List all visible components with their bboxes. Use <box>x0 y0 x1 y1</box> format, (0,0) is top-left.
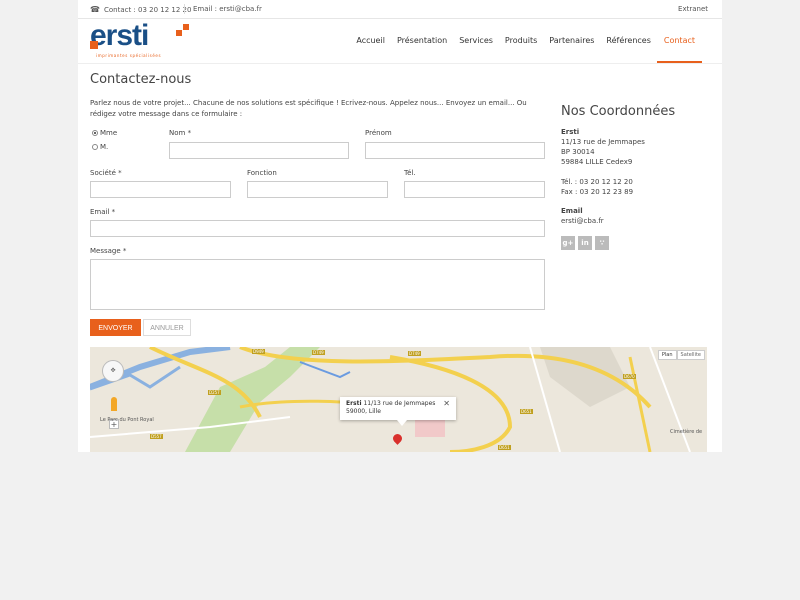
phone-icon: ☎ <box>90 5 100 14</box>
send-button[interactable]: ENVOYER <box>90 319 141 336</box>
civility-m[interactable]: M. <box>92 143 108 151</box>
nav-item-references[interactable]: Références <box>600 19 656 63</box>
street-view-pegman-icon[interactable] <box>111 397 117 411</box>
nav-item-contact[interactable]: Contact <box>656 19 702 63</box>
societe-label: Société * <box>90 169 122 177</box>
nav-item-services[interactable]: Services <box>453 19 499 63</box>
top-bar: ☎ Contact : 03 20 12 12 20 Email : ersti… <box>78 0 722 19</box>
road-label: D651 <box>498 445 511 450</box>
extranet-link[interactable]: Extranet <box>678 5 708 13</box>
road-label: D557 <box>150 434 163 439</box>
pan-control[interactable]: ✥ <box>102 360 124 382</box>
logo-word: ersti <box>90 19 149 52</box>
place-label: Cimetière de <box>670 429 703 435</box>
map[interactable]: ✥ + D949 D749 D749 D257 D557 D651 D670 D… <box>90 347 707 452</box>
cancel-button[interactable]: ANNULER <box>143 319 191 336</box>
civility-mme-label: Mme <box>100 129 118 137</box>
close-icon[interactable]: ✕ <box>443 400 450 408</box>
road-label: D749 <box>408 351 421 356</box>
site-logo[interactable]: ersti imprimantes spécialisées <box>90 19 190 64</box>
email-label: Email * <box>90 208 116 216</box>
road-label: D949 <box>252 349 265 354</box>
road-label: D651 <box>520 409 533 414</box>
address-line: 11/13 rue de Jemmapes <box>561 138 645 146</box>
email-address[interactable]: ersti@cba.fr <box>561 217 604 225</box>
email-title: Email <box>561 207 583 215</box>
place-label: Le Parc du Pont Royal <box>100 417 154 423</box>
address-line: BP 30014 <box>561 148 595 156</box>
civility-mme[interactable]: Mme <box>92 129 117 137</box>
message-label: Message * <box>90 247 127 255</box>
logo-square <box>90 41 98 49</box>
coordonnees-title: Nos Coordonnées <box>561 104 676 119</box>
address-line: 59884 LILLE Cedex9 <box>561 158 633 166</box>
road-label: D257 <box>208 390 221 395</box>
top-email: Email : ersti@cba.fr <box>193 5 262 13</box>
nav-item-produits[interactable]: Produits <box>499 19 543 63</box>
info-city: 59000, Lille <box>346 408 381 415</box>
intro-text: Parlez nous de votre projet... Chacune d… <box>90 99 527 118</box>
google-plus-icon[interactable]: g+ <box>561 236 575 250</box>
email-field[interactable] <box>90 220 545 237</box>
phone-number: Tél. : 03 20 12 12 20 <box>561 178 633 186</box>
nav-item-partenaires[interactable]: Partenaires <box>543 19 600 63</box>
fonction-field[interactable] <box>247 181 388 198</box>
top-separator <box>184 4 185 14</box>
road-label: D749 <box>312 350 325 355</box>
societe-field[interactable] <box>90 181 231 198</box>
top-contact-text: Contact : 03 20 12 12 20 <box>103 5 192 14</box>
tel-label: Tél. <box>404 169 416 177</box>
email-block: Email ersti@cba.fr <box>561 206 604 226</box>
nav-item-presentation[interactable]: Présentation <box>391 19 453 63</box>
prenom-label: Prénom <box>365 129 392 137</box>
info-address: 11/13 rue de Jemmapes <box>363 400 436 407</box>
rss-icon[interactable]: ∵ <box>595 236 609 250</box>
logo-tagline: imprimantes spécialisées <box>96 53 162 58</box>
map-type-toggle: Plan Satellite <box>657 350 705 360</box>
site-header: ersti imprimantes spécialisées Accueil P… <box>78 19 722 64</box>
logo-square <box>176 30 182 36</box>
fonction-label: Fonction <box>247 169 277 177</box>
nom-field[interactable] <box>169 142 349 159</box>
company-name: Ersti <box>561 128 580 136</box>
main-nav: Accueil Présentation Services Produits P… <box>350 19 722 63</box>
civility-m-label: M. <box>100 143 109 151</box>
page: ☎ Contact : 03 20 12 12 20 Email : ersti… <box>78 0 722 452</box>
info-window-tail <box>397 420 407 426</box>
radio-button[interactable] <box>92 144 98 150</box>
tel-field[interactable] <box>404 181 545 198</box>
map-type-plan[interactable]: Plan <box>657 350 677 360</box>
prenom-field[interactable] <box>365 142 545 159</box>
road-label: D670 <box>623 374 636 379</box>
map-info-window: Ersti 11/13 rue de Jemmapes 59000, Lille… <box>340 397 456 420</box>
nom-label: Nom * <box>169 129 192 137</box>
info-company: Ersti <box>346 400 362 407</box>
top-contact: ☎ Contact : 03 20 12 12 20 <box>90 5 191 14</box>
address-block: Ersti 11/13 rue de Jemmapes BP 30014 598… <box>561 127 645 197</box>
map-type-satellite[interactable]: Satellite <box>676 350 705 360</box>
nav-item-accueil[interactable]: Accueil <box>350 19 391 63</box>
social-links: g+ in ∵ <box>561 236 609 250</box>
radio-button[interactable] <box>92 130 98 136</box>
logo-square <box>183 24 189 30</box>
page-title: Contactez-nous <box>90 72 192 87</box>
message-textarea[interactable] <box>90 259 545 310</box>
fax-number: Fax : 03 20 12 23 89 <box>561 188 634 196</box>
linkedin-icon[interactable]: in <box>578 236 592 250</box>
